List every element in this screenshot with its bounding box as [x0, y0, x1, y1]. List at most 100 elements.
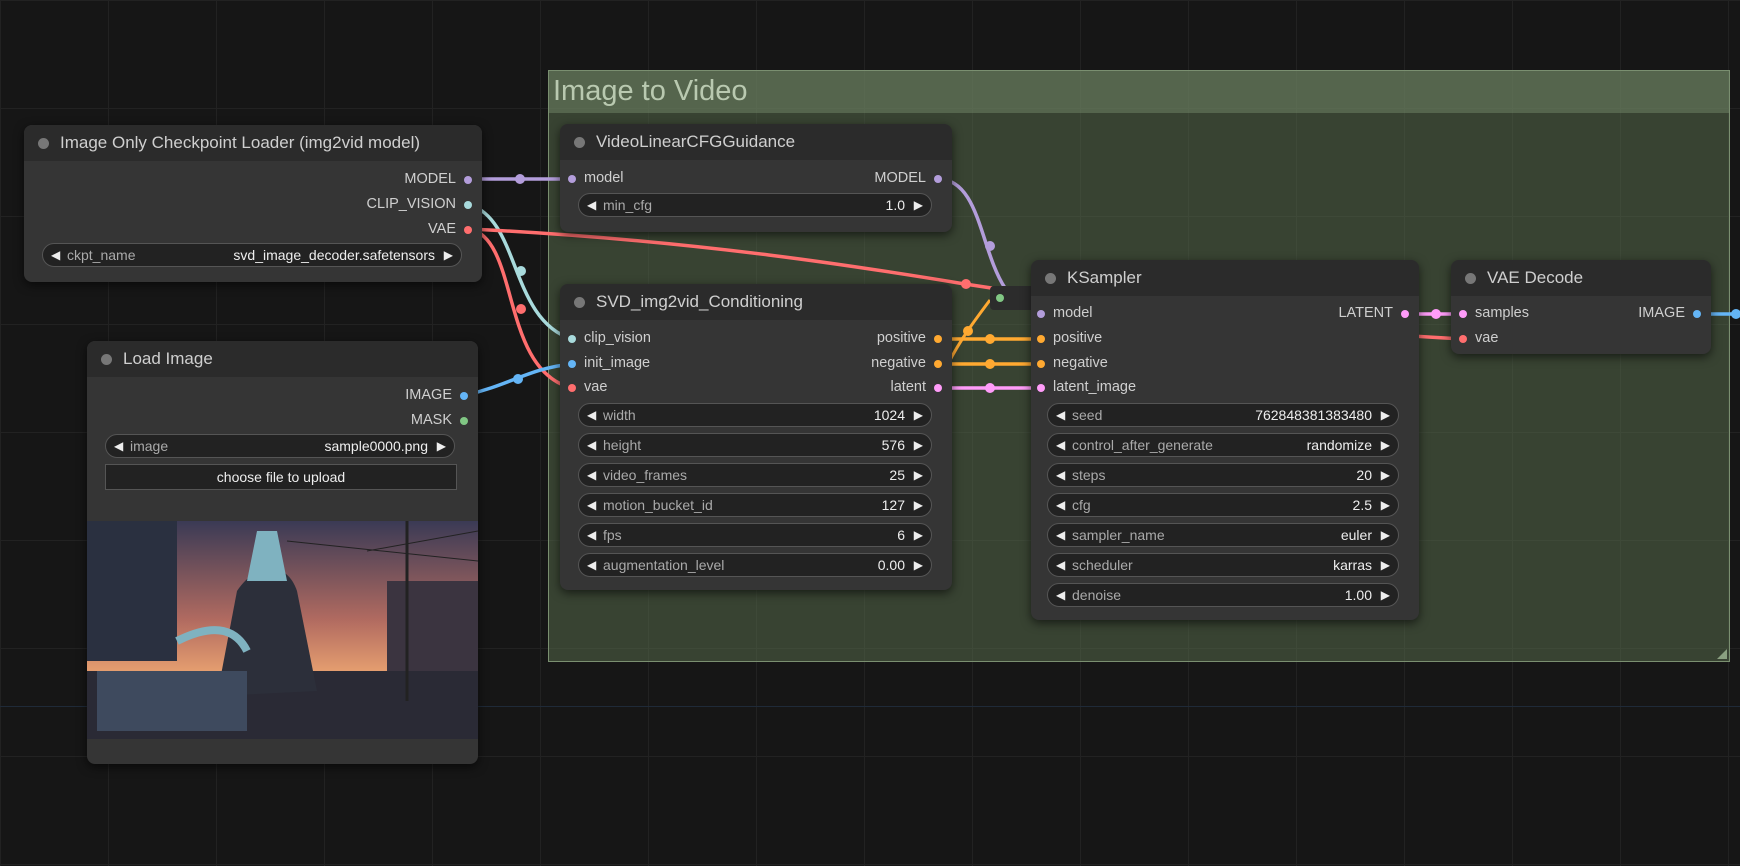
widget-label: seed [1072, 407, 1103, 423]
arrow-left-icon[interactable]: ◀ [114, 435, 123, 457]
augmentation-level-widget[interactable]: ◀ augmentation_level 0.00 ▶ [578, 553, 932, 577]
arrow-left-icon[interactable]: ◀ [1056, 524, 1065, 546]
arrow-left-icon[interactable]: ◀ [587, 404, 596, 426]
arrow-left-icon[interactable]: ◀ [587, 524, 596, 546]
node-svd-img2vid-conditioning[interactable]: SVD_img2vid_Conditioning clip_vision ini… [560, 284, 952, 590]
arrow-right-icon[interactable]: ▶ [1381, 434, 1390, 456]
output-vae-pin[interactable] [464, 226, 472, 234]
arrow-right-icon[interactable]: ▶ [1381, 554, 1390, 576]
sampler-name-widget[interactable]: ◀ sampler_name euler ▶ [1047, 523, 1399, 547]
collapse-dot-icon[interactable] [1465, 273, 1476, 284]
video-frames-widget[interactable]: ◀ video_frames 25 ▶ [578, 463, 932, 487]
input-clip-vision-pin[interactable] [568, 335, 576, 343]
input-init-image-pin[interactable] [568, 360, 576, 368]
cfg-widget[interactable]: ◀ cfg 2.5 ▶ [1047, 493, 1399, 517]
widget-label: ckpt_name [67, 247, 136, 263]
wire-midpoint [515, 174, 525, 184]
arrow-right-icon[interactable]: ▶ [444, 244, 453, 266]
arrow-left-icon[interactable]: ◀ [51, 244, 60, 266]
node-ksampler[interactable]: KSampler model positive negative latent_… [1031, 260, 1419, 620]
arrow-right-icon[interactable]: ▶ [1381, 584, 1390, 606]
collapse-dot-icon[interactable] [1045, 273, 1056, 284]
denoise-widget[interactable]: ◀ denoise 1.00 ▶ [1047, 583, 1399, 607]
arrow-right-icon[interactable]: ▶ [1381, 464, 1390, 486]
arrow-right-icon[interactable]: ▶ [914, 434, 923, 456]
arrow-right-icon[interactable]: ▶ [914, 554, 923, 576]
choose-file-button[interactable]: choose file to upload [105, 464, 457, 490]
input-model-pin[interactable] [568, 175, 576, 183]
output-latent-pin[interactable] [1401, 310, 1409, 318]
widget-value: 127 [881, 497, 905, 513]
seed-widget[interactable]: ◀ seed 762848381383480 ▶ [1047, 403, 1399, 427]
input-vae-pin[interactable] [568, 384, 576, 392]
control-after-generate-widget[interactable]: ◀ control_after_generate randomize ▶ [1047, 433, 1399, 457]
node-title[interactable]: VAE Decode [1451, 260, 1711, 296]
image-combo[interactable]: ◀ image sample0000.png ▶ [105, 434, 455, 458]
output-latent-pin[interactable] [934, 384, 942, 392]
wire-midpoint [985, 383, 995, 393]
input-vae-pin[interactable] [1459, 335, 1467, 343]
node-title[interactable]: KSampler [1031, 260, 1419, 296]
steps-widget[interactable]: ◀ steps 20 ▶ [1047, 463, 1399, 487]
node-title[interactable]: Image Only Checkpoint Loader (img2vid mo… [24, 125, 482, 161]
output-image-pin[interactable] [460, 392, 468, 400]
width-widget[interactable]: ◀ width 1024 ▶ [578, 403, 932, 427]
output-clip-vision-label: CLIP_VISION [366, 196, 456, 212]
arrow-left-icon[interactable]: ◀ [587, 554, 596, 576]
arrow-right-icon[interactable]: ▶ [1381, 494, 1390, 516]
motion-bucket-id-widget[interactable]: ◀ motion_bucket_id 127 ▶ [578, 493, 932, 517]
arrow-left-icon[interactable]: ◀ [587, 434, 596, 456]
collapse-dot-icon[interactable] [574, 137, 585, 148]
output-latent-label: LATENT [1338, 305, 1393, 321]
arrow-left-icon[interactable]: ◀ [1056, 434, 1065, 456]
input-samples-pin[interactable] [1459, 310, 1467, 318]
node-title[interactable]: VideoLinearCFGGuidance [560, 124, 952, 160]
node-title[interactable]: Load Image [87, 341, 478, 377]
arrow-right-icon[interactable]: ▶ [914, 404, 923, 426]
node-checkpoint-loader[interactable]: Image Only Checkpoint Loader (img2vid mo… [24, 125, 482, 282]
input-negative-pin[interactable] [1037, 360, 1045, 368]
output-negative-pin[interactable] [934, 360, 942, 368]
ckpt-name-combo[interactable]: ◀ ckpt_name svd_image_decoder.safetensor… [42, 243, 462, 267]
arrow-left-icon[interactable]: ◀ [1056, 464, 1065, 486]
output-image-pin[interactable] [1693, 310, 1701, 318]
arrow-left-icon[interactable]: ◀ [1056, 404, 1065, 426]
output-model-pin[interactable] [464, 176, 472, 184]
collapse-dot-icon[interactable] [38, 138, 49, 149]
node-video-linear-cfg-guidance[interactable]: VideoLinearCFGGuidance model MODEL ◀ min… [560, 124, 952, 232]
arrow-right-icon[interactable]: ▶ [437, 435, 446, 457]
arrow-left-icon[interactable]: ◀ [1056, 584, 1065, 606]
node-vae-decode[interactable]: VAE Decode samples vae IMAGE [1451, 260, 1711, 354]
widget-value: euler [1340, 527, 1372, 543]
output-mask-pin[interactable] [460, 417, 468, 425]
input-model-pin[interactable] [1037, 310, 1045, 318]
widget-value: 1024 [873, 407, 905, 423]
arrow-right-icon[interactable]: ▶ [914, 524, 923, 546]
fps-widget[interactable]: ◀ fps 6 ▶ [578, 523, 932, 547]
widget-value: 25 [889, 467, 905, 483]
output-positive-pin[interactable] [934, 335, 942, 343]
arrow-left-icon[interactable]: ◀ [1056, 494, 1065, 516]
wire-midpoint [516, 266, 526, 276]
arrow-right-icon[interactable]: ▶ [1381, 524, 1390, 546]
arrow-left-icon[interactable]: ◀ [587, 494, 596, 516]
input-latent-image-pin[interactable] [1037, 384, 1045, 392]
collapse-dot-icon[interactable] [574, 297, 585, 308]
node-load-image[interactable]: Load Image IMAGE MASK ◀ image sample0000… [87, 341, 478, 764]
collapse-dot-icon[interactable] [101, 354, 112, 365]
height-widget[interactable]: ◀ height 576 ▶ [578, 433, 932, 457]
scheduler-widget[interactable]: ◀ scheduler karras ▶ [1047, 553, 1399, 577]
output-clip-vision-pin[interactable] [464, 201, 472, 209]
arrow-left-icon[interactable]: ◀ [1056, 554, 1065, 576]
node-title[interactable]: SVD_img2vid_Conditioning [560, 284, 952, 320]
arrow-left-icon[interactable]: ◀ [587, 464, 596, 486]
min-cfg-widget[interactable]: ◀ min_cfg 1.0 ▶ [578, 193, 932, 217]
arrow-right-icon[interactable]: ▶ [914, 464, 923, 486]
arrow-right-icon[interactable]: ▶ [914, 194, 923, 216]
arrow-right-icon[interactable]: ▶ [1381, 404, 1390, 426]
arrow-left-icon[interactable]: ◀ [587, 194, 596, 216]
input-positive-pin[interactable] [1037, 335, 1045, 343]
output-model-pin[interactable] [934, 175, 942, 183]
arrow-right-icon[interactable]: ▶ [914, 494, 923, 516]
reroute-input-pin[interactable] [996, 294, 1004, 302]
